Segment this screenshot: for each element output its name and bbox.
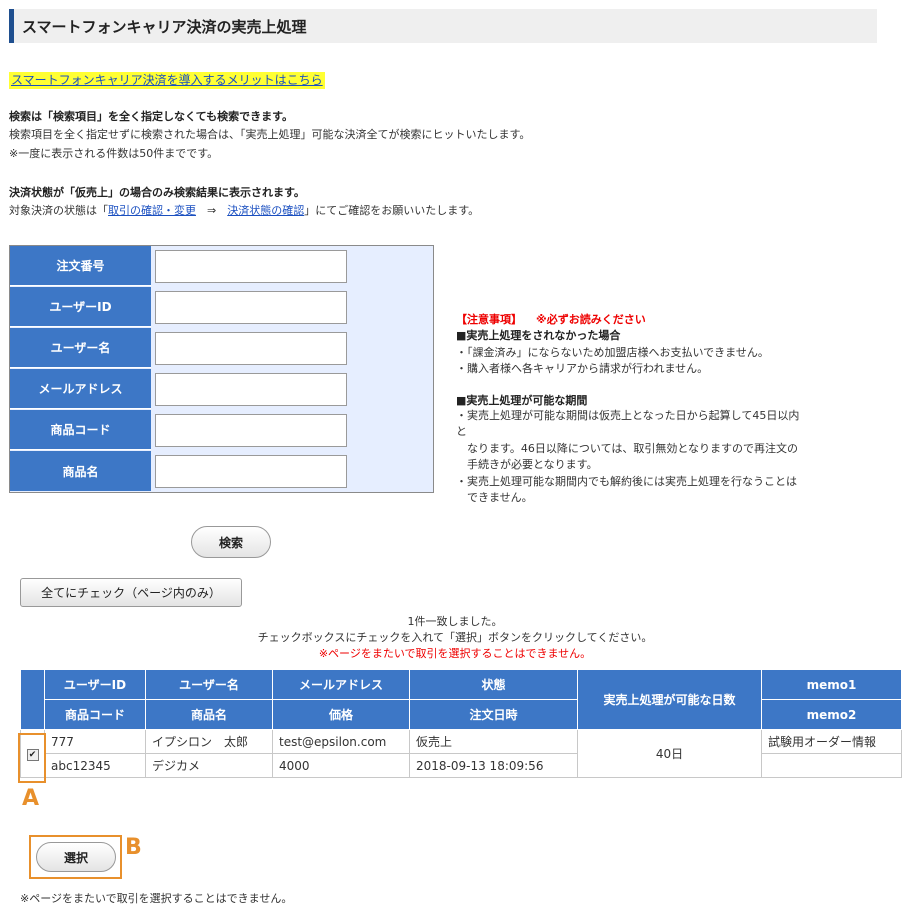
info-line-4: 決済状態が「仮売上」の場合のみ検索結果に表示されます。 (9, 186, 305, 199)
notes-title-main: 【注意事項】 (456, 313, 522, 326)
cell-user-name: イプシロン 太郎 (145, 729, 273, 754)
email-label: メールアドレス (10, 369, 151, 409)
info-line-2: 検索項目を全く指定せずに検索された場合は、「実売上処理」可能な決済全てが検索にヒ… (9, 128, 531, 141)
checkbox-column-header (20, 669, 45, 730)
info-line-3: ※一度に表示される件数は50件までです。 (9, 147, 219, 160)
results-table: ユーザーID ユーザー名 メールアドレス 状態 実売上処理が可能な日数 memo… (20, 669, 902, 778)
notes-section2-line5: ・実売上処理可能な期間内でも解約後には実売上処理を行なうことは (456, 475, 797, 488)
notes-section1-line2: ・購入者様へ各キャリアから請求が行われません。 (456, 362, 709, 375)
notes-title-must-read: ※必ずお読みください (536, 313, 646, 326)
page-title: スマートフォンキャリア決済の実売上処理 (22, 18, 307, 36)
form-row-product-name: 商品名 (10, 451, 433, 492)
order-date-column-header: 注文日時 (409, 699, 578, 730)
memo2-column-header: memo2 (761, 699, 902, 730)
form-row-product-code: 商品コード (10, 410, 433, 451)
info-line-1: 検索は「検索項目」を全く指定しなくても検索できます。 (9, 110, 294, 123)
payment-status-link[interactable]: 決済状態の確認 (227, 204, 304, 217)
table-header-row-1: ユーザーID ユーザー名 メールアドレス 状態 実売上処理が可能な日数 memo… (20, 669, 902, 730)
cell-user-id: 777 (44, 729, 146, 754)
notes-section2-line4: 手続きが必要となります。 (456, 458, 598, 471)
price-column-header: 価格 (272, 699, 410, 730)
search-form: 注文番号 ユーザーID ユーザー名 メールアドレス 商品コード 商品名 (9, 245, 434, 493)
product-code-input[interactable] (155, 414, 347, 447)
table-header-row-2: 商品コード 商品名 価格 注文日時 memo2 (21, 699, 902, 730)
notes-section2-line2: と (456, 425, 467, 438)
order-number-label: 注文番号 (10, 246, 151, 286)
notes-section1-title: ■実売上処理をされなかった場合 (456, 329, 621, 342)
cell-order-date: 2018-09-13 18:09:56 (409, 753, 578, 778)
form-row-email: メールアドレス (10, 369, 433, 410)
table-row: ✔ 777 イプシロン 太郎 test@epsilon.com 仮売上 40日 … (20, 729, 902, 778)
form-row-user-id: ユーザーID (10, 287, 433, 328)
cell-product-code: abc12345 (44, 753, 146, 778)
cell-email: test@epsilon.com (272, 729, 410, 754)
check-all-button[interactable]: 全てにチェック（ページ内のみ） (20, 578, 242, 607)
select-button[interactable]: 選択 (36, 842, 116, 872)
table-row-sub: abc12345 デジカメ 4000 2018-09-13 18:09:56 (21, 753, 902, 778)
user-id-input[interactable] (155, 291, 347, 324)
cell-product-name: デジカメ (145, 753, 273, 778)
result-count: 1件一致しました。 (407, 615, 503, 628)
merit-link[interactable]: スマートフォンキャリア決済を導入するメリットはこちら (9, 72, 325, 89)
user-id-label: ユーザーID (10, 287, 151, 327)
product-code-label: 商品コード (10, 410, 151, 450)
form-row-order-number: 注文番号 (10, 246, 433, 287)
notes-section2-line6: できません。 (456, 491, 533, 504)
transaction-confirm-link[interactable]: 取引の確認・変更 (108, 204, 196, 217)
result-instruction: チェックボックスにチェックを入れて「選択」ボタンをクリックしてください。 (257, 631, 653, 644)
cell-price: 4000 (272, 753, 410, 778)
product-name-input[interactable] (155, 455, 347, 488)
days-column-header: 実売上処理が可能な日数 (577, 669, 762, 730)
notes-title: 【注意事項】 ※必ずお読みください (456, 312, 646, 327)
form-row-user-name: ユーザー名 (10, 328, 433, 369)
footer-note: ※ページをまたいで取引を選択することはできません。 (20, 892, 293, 905)
order-number-input[interactable] (155, 250, 347, 283)
annotation-a-label: A (22, 786, 40, 811)
notes-section2-line1: ・実売上処理が可能な期間は仮売上となった日から起算して45日以内 (456, 409, 800, 422)
notes-section2-line3: なります。46日以降については、取引無効となりますので再注文の (456, 442, 799, 455)
cell-memo2 (761, 753, 902, 778)
product-name-column-header: 商品名 (145, 699, 273, 730)
user-name-label: ユーザー名 (10, 328, 151, 368)
email-input[interactable] (155, 373, 347, 406)
cell-memo1: 試験用オーダー情報 (761, 729, 902, 754)
annotation-a-box (18, 733, 46, 783)
memo1-column-header: memo1 (761, 669, 902, 700)
product-code-column-header: 商品コード (44, 699, 146, 730)
info-arrow: ⇒ (196, 204, 228, 217)
product-name-label: 商品名 (10, 451, 151, 491)
user-name-column-header: ユーザー名 (145, 669, 273, 700)
email-column-header: メールアドレス (272, 669, 410, 700)
notes-section2-title: ■実売上処理が可能な期間 (456, 394, 588, 407)
user-name-input[interactable] (155, 332, 347, 365)
cell-days: 40日 (577, 729, 762, 778)
search-button[interactable]: 検索 (191, 526, 271, 558)
info-line-5-suffix: 」にてご確認をお願いいたします。 (304, 204, 480, 217)
cell-status: 仮売上 (409, 729, 578, 754)
notes-section1-line1: ・「課金済み」にならないため加盟店様へお支払いできません。 (456, 346, 769, 359)
annotation-b-label: B (125, 835, 142, 860)
status-column-header: 状態 (409, 669, 578, 700)
user-id-column-header: ユーザーID (44, 669, 146, 700)
result-warning: ※ページをまたいで取引を選択することはできません。 (318, 647, 592, 660)
info-line-5: 対象決済の状態は「取引の確認・変更 ⇒ 決済状態の確認」にてご確認をお願いいたし… (9, 203, 479, 218)
info-line-5-prefix: 対象決済の状態は「 (9, 204, 108, 217)
